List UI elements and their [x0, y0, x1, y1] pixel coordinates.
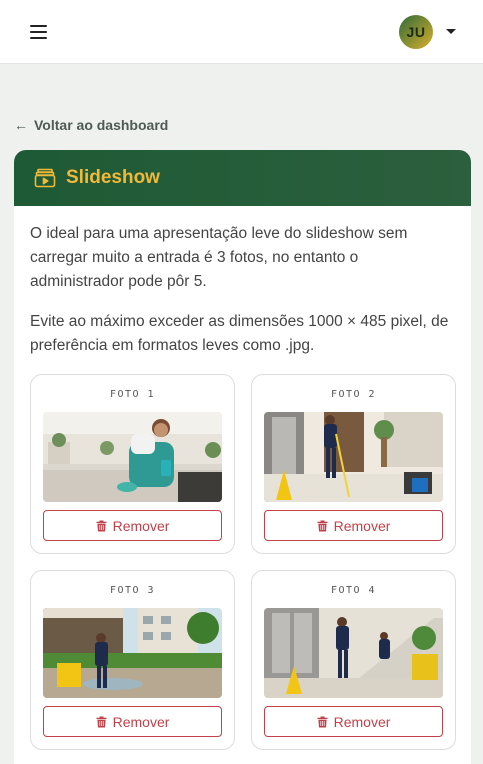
remove-photo-button[interactable]: Remover: [43, 510, 222, 541]
top-navbar: JU: [0, 0, 483, 64]
user-avatar[interactable]: JU: [399, 15, 433, 49]
photo-slot-2: FOTO 2 Remover: [251, 374, 456, 554]
remove-photo-button[interactable]: Remover: [264, 510, 443, 541]
photo-thumbnail: [43, 412, 222, 502]
remove-button-label: Remover: [333, 713, 391, 730]
trash-icon: [317, 520, 328, 531]
trash-icon: [317, 716, 328, 727]
photo-label: FOTO 2: [330, 389, 377, 400]
avatar-initials: JU: [406, 24, 426, 40]
photo-thumbnail: [43, 608, 222, 698]
photo-label: FOTO 1: [109, 389, 156, 400]
description-dimensions: Evite ao máximo exceder as dimensões 100…: [30, 313, 449, 354]
photo-thumbnail: [264, 608, 443, 698]
caret-down-icon[interactable]: [446, 29, 456, 34]
remove-photo-button[interactable]: Remover: [264, 706, 443, 737]
trash-icon: [96, 520, 107, 531]
photo-thumbnail: [264, 412, 443, 502]
card-header: Slideshow: [14, 150, 471, 206]
remove-photo-button[interactable]: Remover: [43, 706, 222, 737]
trash-icon: [96, 716, 107, 727]
description-photo-count: O ideal para uma apresentação leve do sl…: [30, 225, 408, 290]
arrow-left-icon: ←: [14, 117, 28, 133]
photo-slot-3: FOTO 3 Remover: [30, 570, 235, 750]
photo-label: FOTO 4: [330, 585, 377, 596]
photo-slot-1: FOTO 1 Remover: [30, 374, 235, 554]
remove-button-label: Remover: [333, 517, 391, 534]
card-title: Slideshow: [66, 167, 160, 188]
back-link-label: Voltar ao dashboard: [34, 117, 169, 133]
slideshow-card: Slideshow O ideal para uma apresentação …: [14, 150, 471, 764]
remove-button-label: Remover: [112, 517, 170, 534]
hamburger-menu-icon[interactable]: [30, 24, 48, 40]
photo-slot-4: FOTO 4 Remover: [251, 570, 456, 750]
remove-button-label: Remover: [112, 713, 170, 730]
slideshow-icon: [34, 168, 56, 188]
photo-label: FOTO 3: [109, 585, 156, 596]
back-to-dashboard-link[interactable]: ← Voltar ao dashboard: [14, 117, 168, 133]
